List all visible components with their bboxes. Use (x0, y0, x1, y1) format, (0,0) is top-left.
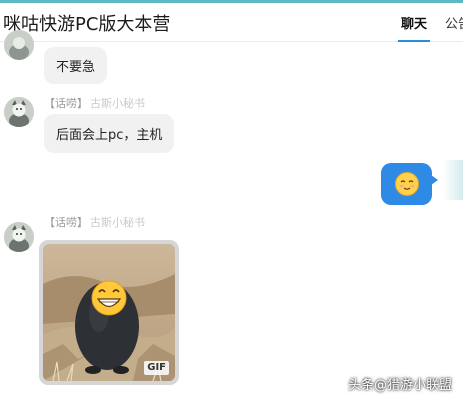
tab-announcement[interactable]: 公告 (445, 13, 463, 32)
gif-image[interactable]: GIF (43, 244, 175, 381)
smiling-face-emoji-icon (395, 172, 419, 196)
bubble-tail (431, 175, 438, 185)
cat-avatar-icon (4, 30, 34, 60)
chat-header: 咪咕快游PC版大本营 聊天 公告 (0, 3, 463, 42)
rank-tag: 【话唠】 (44, 216, 88, 229)
tab-chat[interactable]: 聊天 (401, 13, 427, 32)
sender-name[interactable]: 古斯小秘书 (90, 216, 145, 229)
avatar[interactable] (4, 30, 34, 60)
avatar[interactable] (4, 222, 34, 252)
message-bubble[interactable]: 不要急 (44, 47, 108, 84)
message-bubble[interactable]: 后面会上pc，主机 (44, 114, 175, 153)
rank-tag: 【话唠】 (44, 97, 88, 110)
active-tab-underline (398, 40, 430, 42)
gif-badge: GIF (144, 361, 169, 375)
my-message-bubble[interactable] (381, 163, 438, 205)
sender-name[interactable]: 古斯小秘书 (90, 97, 145, 110)
avatar[interactable] (4, 97, 34, 127)
sender-meta: 【话唠】 古斯小秘书 (44, 95, 145, 111)
sender-meta: 【话唠】 古斯小秘书 (44, 214, 145, 230)
cat-avatar-icon (4, 222, 34, 252)
watermark-text: 头条@猎游小联盟 (347, 378, 452, 393)
grinning-emoji-mask-icon (91, 280, 127, 316)
gif-message[interactable]: GIF (39, 240, 179, 385)
cat-avatar-icon (4, 97, 34, 127)
self-avatar-edge (443, 160, 463, 200)
